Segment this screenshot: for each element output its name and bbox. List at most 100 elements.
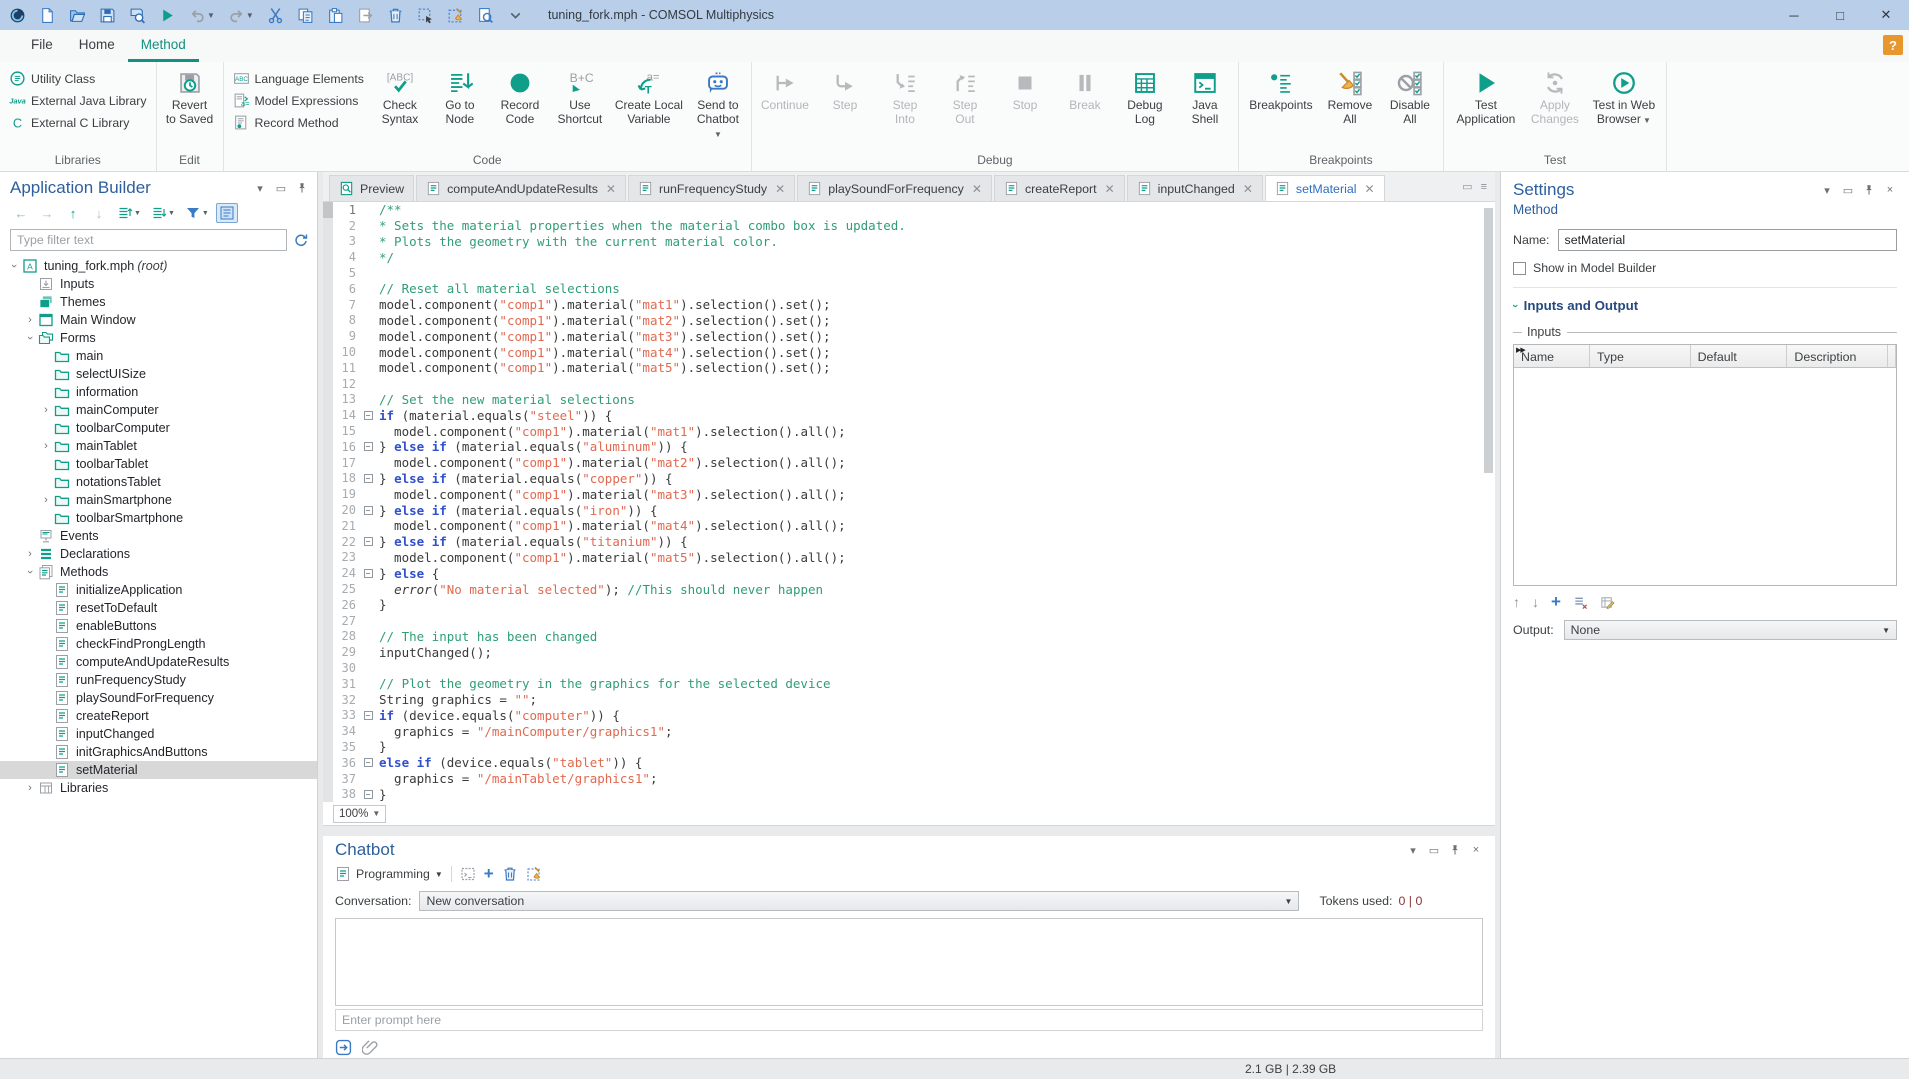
conversation-dropdown[interactable]: New conversation ▼	[419, 891, 1299, 911]
code-fold-icon[interactable]: −	[364, 569, 373, 578]
expand-all-icon[interactable]: ▼	[114, 203, 144, 223]
close-panel-icon[interactable]: ×	[1883, 184, 1897, 196]
line-number[interactable]: 4	[333, 250, 361, 264]
tree-item-mainTablet[interactable]: ›mainTablet	[0, 437, 317, 455]
chatbot-prompt-input[interactable]	[335, 1009, 1483, 1031]
tree-item-Forms[interactable]: ›Forms	[0, 329, 317, 347]
collapse-arrow-icon[interactable]: ›	[8, 258, 20, 274]
help-icon[interactable]: ?	[1883, 35, 1903, 55]
code-editor[interactable]: 1/**2* Sets the material properties when…	[323, 202, 1495, 802]
line-number[interactable]: 38	[333, 787, 361, 801]
check-syntax-button[interactable]: [ABC]Check Syntax	[371, 66, 429, 126]
refresh-icon[interactable]	[293, 232, 309, 248]
tree-item-enableButtons[interactable]: enableButtons	[0, 617, 317, 635]
attach-file-icon[interactable]	[362, 1039, 379, 1056]
expand-arrow-icon[interactable]: ›	[22, 548, 38, 560]
java-shell-button[interactable]: Java Shell	[1176, 66, 1234, 126]
line-number[interactable]: 23	[333, 550, 361, 564]
close-tab-icon[interactable]: ✕	[1105, 182, 1115, 196]
tree-item-computeAndUpdateResults[interactable]: computeAndUpdateResults	[0, 653, 317, 671]
code-fold-icon[interactable]: −	[364, 506, 373, 515]
expand-arrow-icon[interactable]: ›	[22, 782, 38, 794]
method-name-input[interactable]	[1558, 229, 1898, 251]
go-back-icon[interactable]: ←	[10, 203, 32, 223]
tree-item-Declarations[interactable]: ›Declarations	[0, 545, 317, 563]
horizontal-splitter[interactable]	[323, 826, 1495, 836]
clear-table-icon[interactable]	[1573, 595, 1588, 610]
cut-button[interactable]	[264, 5, 287, 26]
line-number[interactable]: 17	[333, 456, 361, 470]
line-number[interactable]: 15	[333, 424, 361, 438]
line-number[interactable]: 26	[333, 598, 361, 612]
editor-tab-runFrequencyStudy[interactable]: runFrequencyStudy✕	[628, 175, 795, 201]
tree-item-main[interactable]: main	[0, 347, 317, 365]
code-fold-icon[interactable]: −	[364, 790, 373, 799]
external-c-library-button[interactable]: CExternal C Library	[4, 112, 152, 133]
output-dropdown[interactable]: None ▼	[1564, 620, 1897, 640]
inputs-table[interactable]: ▶▶ NameTypeDefaultDescriptionUnit	[1513, 344, 1897, 586]
line-number[interactable]: 25	[333, 582, 361, 596]
pin-panel-icon[interactable]	[1862, 183, 1876, 197]
go-forward-icon[interactable]: →	[36, 203, 58, 223]
tree-item-setMaterial[interactable]: setMaterial	[0, 761, 317, 779]
breakpoints-button[interactable]: Breakpoints	[1243, 66, 1319, 113]
code-fold-icon[interactable]: −	[364, 474, 373, 483]
close-tab-icon[interactable]: ✕	[1243, 182, 1253, 196]
code-fold-icon[interactable]: −	[364, 537, 373, 546]
show-in-model-builder-checkbox[interactable]	[1513, 262, 1526, 275]
run-button[interactable]	[156, 5, 179, 26]
terminal-icon[interactable]	[460, 866, 476, 882]
delete-conversation-icon[interactable]	[502, 866, 518, 882]
model-expressions-button[interactable]: a=Model Expressions	[228, 90, 369, 111]
test-in-web-browser-button[interactable]: Test in Web Browser ▼	[1586, 66, 1662, 127]
delete-button[interactable]	[384, 5, 407, 26]
resize-columns-icon[interactable]: ▶▶	[1516, 346, 1525, 354]
tree-item-initGraphicsAndButtons[interactable]: initGraphicsAndButtons	[0, 743, 317, 761]
collapse-arrow-icon[interactable]: ›	[24, 330, 36, 346]
tree-item-Events[interactable]: Events	[0, 527, 317, 545]
line-number[interactable]: 21	[333, 519, 361, 533]
test-application-button[interactable]: Test Application	[1448, 66, 1524, 126]
tree-item-Main-Window[interactable]: ›Main Window	[0, 311, 317, 329]
duplicate-button[interactable]	[354, 5, 377, 26]
send-prompt-icon[interactable]	[335, 1039, 352, 1056]
filter-input[interactable]	[10, 229, 287, 251]
menu-tab-method[interactable]: Method	[128, 30, 199, 62]
line-number[interactable]: 9	[333, 329, 361, 343]
editor-zoom-control[interactable]: 100% ▼	[333, 805, 386, 823]
float-panel-icon[interactable]: ▭	[1841, 184, 1855, 197]
tree-item-runFrequencyStudy[interactable]: runFrequencyStudy	[0, 671, 317, 689]
tree-item-checkFindProngLength[interactable]: checkFindProngLength	[0, 635, 317, 653]
line-number[interactable]: 29	[333, 645, 361, 659]
language-elements-button[interactable]: ABCLanguage Elements	[228, 68, 369, 89]
line-number[interactable]: 33	[333, 708, 361, 722]
line-number[interactable]: 10	[333, 345, 361, 359]
remove-all-button[interactable]: Remove All	[1321, 66, 1379, 126]
move-down-icon[interactable]: ↓	[88, 203, 110, 223]
copy-button[interactable]	[294, 5, 317, 26]
select-frame-button[interactable]	[414, 5, 437, 26]
editor-scrollbar[interactable]	[1484, 208, 1493, 788]
maximize-button[interactable]: □	[1817, 0, 1863, 30]
line-number[interactable]: 5	[333, 266, 361, 280]
customize-button[interactable]	[504, 5, 527, 26]
tree-item-toolbarComputer[interactable]: toolbarComputer	[0, 419, 317, 437]
tree-item-inputChanged[interactable]: inputChanged	[0, 725, 317, 743]
tree-item-mainComputer[interactable]: ›mainComputer	[0, 401, 317, 419]
line-number[interactable]: 30	[333, 661, 361, 675]
inputs-column-description[interactable]: Description	[1787, 345, 1888, 367]
line-number[interactable]: 6	[333, 282, 361, 296]
save-preview-button[interactable]	[126, 5, 149, 26]
open-button[interactable]	[66, 5, 89, 26]
float-panel-icon[interactable]: ▭	[1427, 844, 1441, 857]
add-input-icon[interactable]: +	[1551, 595, 1561, 609]
close-tab-icon[interactable]: ✕	[606, 182, 616, 196]
comsol-logo-button[interactable]	[6, 5, 29, 26]
new-conversation-icon[interactable]: +	[484, 867, 494, 881]
tree-item-resetToDefault[interactable]: resetToDefault	[0, 599, 317, 617]
expand-arrow-icon[interactable]: ›	[22, 314, 38, 326]
revert-to-saved-button[interactable]: Revert to Saved	[161, 66, 219, 126]
move-down-icon[interactable]: ↓	[1532, 594, 1539, 610]
save-button[interactable]	[96, 5, 119, 26]
close-tab-icon[interactable]: ✕	[775, 182, 785, 196]
